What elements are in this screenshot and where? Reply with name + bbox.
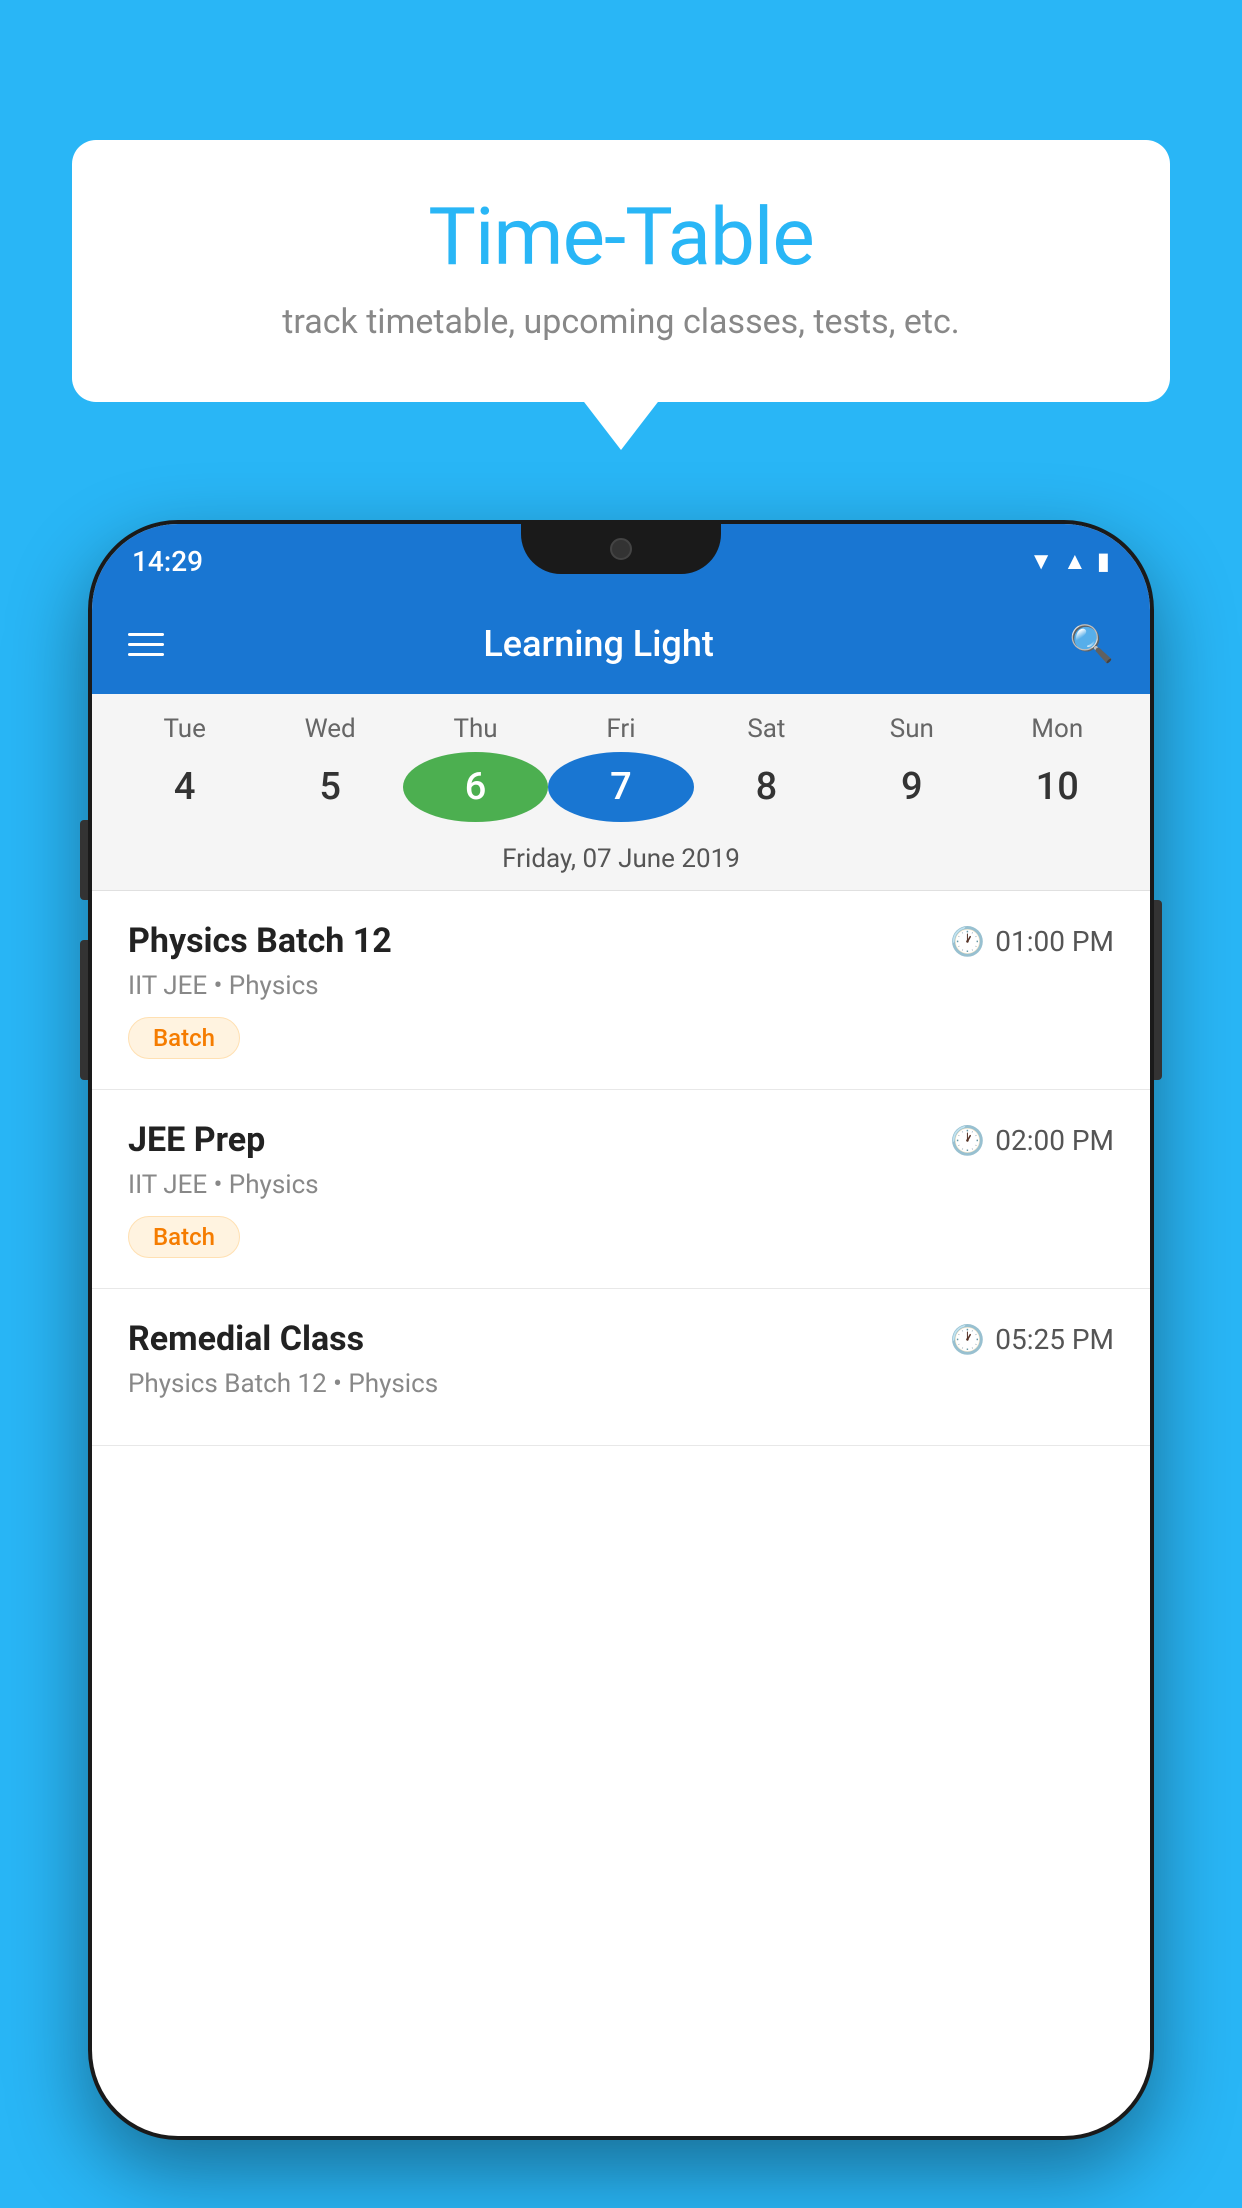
clock-icon-2: 🕐 [950, 1323, 985, 1356]
speech-bubble-area: Time-Table track timetable, upcoming cla… [72, 140, 1170, 402]
bubble-subtitle: track timetable, upcoming classes, tests… [132, 302, 1110, 342]
day-header-sat: Sat [694, 714, 839, 744]
schedule-name-2: Remedial Class [128, 1319, 364, 1359]
day-header-fri: Fri [548, 714, 693, 744]
day-number-wrapper-10[interactable]: 10 [985, 752, 1130, 822]
schedule-meta-2: Physics Batch 12 • Physics [128, 1369, 1114, 1399]
clock-icon-1: 🕐 [950, 1124, 985, 1157]
phone-container: 14:29 ▼ ▲ ▮ Learning Light 🔍 [88, 520, 1154, 2208]
day-numbers: 45678910 [92, 752, 1150, 836]
day-number-wrapper-6[interactable]: 6 [403, 752, 548, 822]
search-button[interactable]: 🔍 [1069, 623, 1114, 665]
signal-icon: ▲ [1063, 547, 1087, 576]
schedule-item-0[interactable]: Physics Batch 12 🕐 01:00 PM IIT JEE • Physi… [92, 891, 1150, 1090]
day-header-mon: Mon [985, 714, 1130, 744]
schedule-header-0: Physics Batch 12 🕐 01:00 PM [128, 921, 1114, 961]
schedule-name-1: JEE Prep [128, 1120, 265, 1160]
day-number-wrapper-9[interactable]: 9 [839, 752, 984, 822]
schedule-meta-0: IIT JEE • Physics [128, 971, 1114, 1001]
schedule-badge-0: Batch [128, 1017, 240, 1059]
schedule-time-text-0: 01:00 PM [995, 925, 1114, 958]
day-number-5[interactable]: 5 [257, 752, 402, 822]
schedule-meta-1: IIT JEE • Physics [128, 1170, 1114, 1200]
day-header-tue: Tue [112, 714, 257, 744]
day-number-wrapper-5[interactable]: 5 [257, 752, 402, 822]
day-header-thu: Thu [403, 714, 548, 744]
day-number-8[interactable]: 8 [694, 752, 839, 822]
bubble-title: Time-Table [132, 190, 1110, 284]
status-time: 14:29 [132, 545, 203, 578]
phone-frame: 14:29 ▼ ▲ ▮ Learning Light 🔍 [88, 520, 1154, 2140]
day-header-wed: Wed [257, 714, 402, 744]
day-number-wrapper-4[interactable]: 4 [112, 752, 257, 822]
schedule-time-2: 🕐 05:25 PM [950, 1323, 1114, 1356]
schedule-header-1: JEE Prep 🕐 02:00 PM [128, 1120, 1114, 1160]
schedule-badge-1: Batch [128, 1216, 240, 1258]
power-button [1154, 900, 1162, 1080]
battery-icon: ▮ [1097, 547, 1110, 575]
day-number-9[interactable]: 9 [839, 752, 984, 822]
schedule-time-1: 🕐 02:00 PM [950, 1124, 1114, 1157]
schedule-name-0: Physics Batch 12 [128, 921, 392, 961]
phone-notch [521, 524, 721, 574]
app-title: Learning Light [158, 623, 1039, 665]
clock-icon-0: 🕐 [950, 925, 985, 958]
wifi-icon: ▼ [1029, 547, 1053, 576]
day-number-10[interactable]: 10 [985, 752, 1130, 822]
speech-bubble: Time-Table track timetable, upcoming cla… [72, 140, 1170, 402]
app-bar: Learning Light 🔍 [92, 594, 1150, 694]
volume-button-2 [80, 940, 88, 1080]
day-number-wrapper-8[interactable]: 8 [694, 752, 839, 822]
schedule-time-text-1: 02:00 PM [995, 1124, 1114, 1157]
day-number-6[interactable]: 6 [403, 752, 548, 822]
schedule-header-2: Remedial Class 🕐 05:25 PM [128, 1319, 1114, 1359]
day-number-7[interactable]: 7 [548, 752, 693, 822]
volume-button-1 [80, 820, 88, 900]
day-header-sun: Sun [839, 714, 984, 744]
calendar-strip: TueWedThuFriSatSunMon 45678910 Friday, 0… [92, 694, 1150, 891]
day-headers: TueWedThuFriSatSunMon [92, 694, 1150, 752]
schedule-item-2[interactable]: Remedial Class 🕐 05:25 PM Physics Batch 12 … [92, 1289, 1150, 1446]
schedule-item-1[interactable]: JEE Prep 🕐 02:00 PM IIT JEE • Physics Batch [92, 1090, 1150, 1289]
schedule-time-0: 🕐 01:00 PM [950, 925, 1114, 958]
day-number-4[interactable]: 4 [112, 752, 257, 822]
content-area: Physics Batch 12 🕐 01:00 PM IIT JEE • Physi… [92, 891, 1150, 1446]
selected-date: Friday, 07 June 2019 [92, 836, 1150, 890]
schedule-time-text-2: 05:25 PM [995, 1323, 1114, 1356]
phone-screen: 14:29 ▼ ▲ ▮ Learning Light 🔍 [92, 524, 1150, 2136]
status-icons: ▼ ▲ ▮ [1029, 547, 1110, 576]
day-number-wrapper-7[interactable]: 7 [548, 752, 693, 822]
front-camera [610, 538, 632, 560]
